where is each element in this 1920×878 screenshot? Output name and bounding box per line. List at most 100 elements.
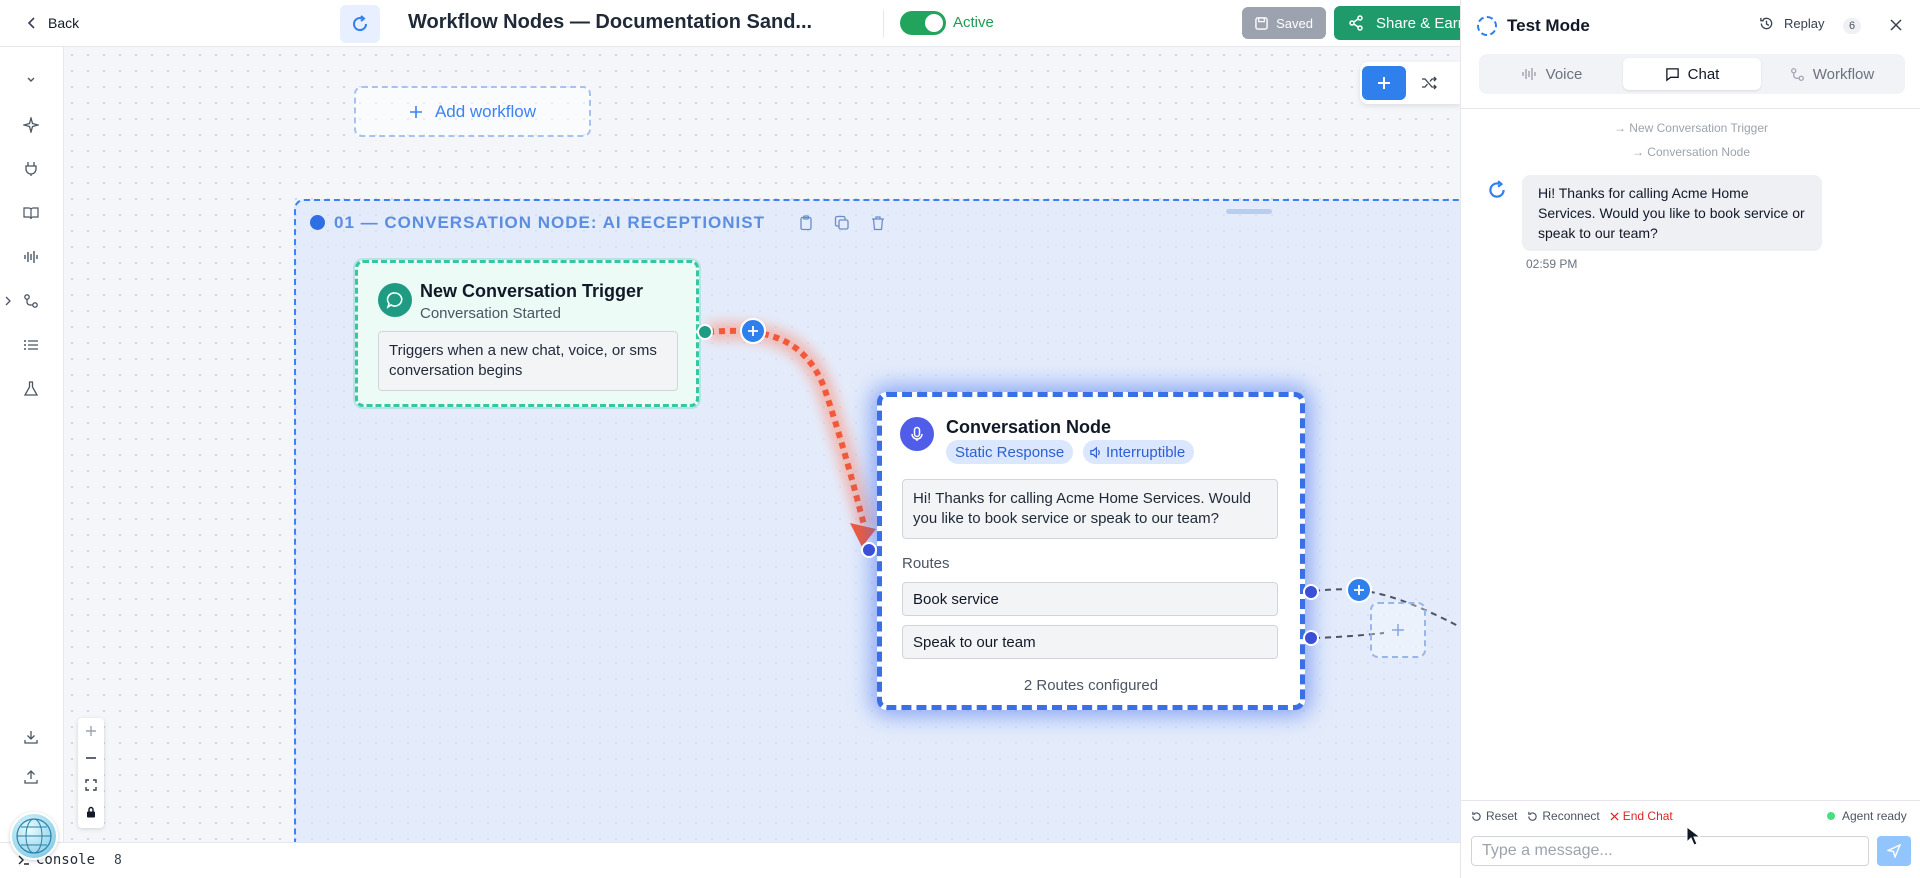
conversation-node[interactable]: Conversation Node Static Response Interr…	[877, 392, 1305, 710]
plus-icon	[1378, 77, 1390, 89]
upload-icon[interactable]	[20, 766, 42, 788]
routes-configured-count: 2 Routes configured	[1023, 677, 1159, 694]
share-icon	[1349, 15, 1363, 31]
route-speak-to-team[interactable]: Speak to our team	[902, 625, 1278, 659]
back-label: Back	[48, 15, 80, 31]
flask-icon[interactable]	[20, 378, 42, 400]
console-bar: Console 8	[0, 842, 1460, 878]
send-button[interactable]	[1877, 836, 1911, 866]
chat-actions: Reset Reconnect End Chat	[1471, 809, 1673, 823]
share-earn-button[interactable]: Share & Earn	[1334, 6, 1474, 40]
audio-wave-icon[interactable]	[20, 246, 42, 268]
route-book-service[interactable]: Book service	[902, 582, 1278, 616]
conversation-message: Hi! Thanks for calling Acme Home Service…	[902, 479, 1278, 539]
message-input[interactable]	[1471, 836, 1869, 866]
tab-chat[interactable]: Chat	[1623, 58, 1761, 90]
panel-divider	[1461, 108, 1920, 109]
route-team-handle[interactable]	[1303, 630, 1319, 646]
header-divider	[883, 10, 884, 37]
replay-label: Replay	[1784, 16, 1825, 31]
add-node-plus-button[interactable]	[740, 318, 766, 344]
active-toggle[interactable]	[900, 11, 946, 35]
refresh-logo-icon	[353, 15, 368, 32]
chevron-right-icon[interactable]	[2, 290, 14, 312]
lock-icon[interactable]	[78, 799, 104, 825]
add-route-node-button[interactable]	[1346, 577, 1372, 603]
active-status-label: Active	[953, 14, 994, 31]
rotate-ccw-icon	[1472, 811, 1481, 821]
tab-workflow[interactable]: Workflow	[1763, 58, 1901, 90]
conversation-input-handle[interactable]	[861, 542, 877, 558]
plus-icon	[1354, 585, 1364, 595]
bot-message-bubble: Hi! Thanks for calling Acme Home Service…	[1522, 175, 1822, 251]
tab-label: Voice	[1545, 65, 1583, 83]
history-icon	[1760, 17, 1773, 30]
test-mode-panel: Test Mode Replay 6 Voice Chat Workflow →…	[1460, 0, 1920, 878]
speaker-icon	[1090, 446, 1100, 458]
routes-label: Routes	[902, 555, 950, 572]
book-icon[interactable]	[20, 202, 42, 224]
plug-icon[interactable]	[20, 158, 42, 180]
trigger-description: Triggers when a new chat, voice, or sms …	[378, 331, 678, 391]
footer-divider	[1461, 800, 1920, 801]
trace-step: → Conversation Node	[1631, 145, 1751, 159]
microphone-icon	[900, 417, 934, 451]
audio-wave-icon	[1521, 68, 1536, 80]
assistant-avatar[interactable]	[10, 812, 58, 860]
tab-label: Workflow	[1812, 65, 1875, 83]
zoom-in-icon[interactable]	[78, 718, 104, 744]
download-icon[interactable]	[20, 726, 42, 748]
save-icon	[1255, 16, 1268, 30]
message-timestamp: 02:59 PM	[1526, 257, 1578, 271]
agent-status: Agent ready	[1827, 809, 1907, 823]
add-node-button[interactable]	[1362, 66, 1406, 100]
agent-status-label: Agent ready	[1842, 809, 1907, 823]
badge-label: Static Response	[955, 443, 1065, 461]
workflow-icon[interactable]	[20, 290, 42, 312]
bot-avatar-icon	[1483, 176, 1511, 204]
trigger-node[interactable]: New Conversation Trigger Conversation St…	[355, 260, 699, 407]
top-bar: Back Workflow Nodes — Documentation Sand…	[0, 0, 1474, 47]
fit-view-icon[interactable]	[78, 772, 104, 798]
mode-tabs: Voice Chat Workflow	[1479, 54, 1905, 94]
reset-button[interactable]: Reset	[1471, 809, 1517, 823]
empty-node-slot[interactable]	[1370, 602, 1426, 658]
reconnect-label: Reconnect	[1542, 809, 1600, 823]
reconnect-button[interactable]: Reconnect	[1527, 809, 1600, 823]
workflow-logo[interactable]	[340, 5, 380, 43]
trace-step: → New Conversation Trigger	[1613, 121, 1769, 135]
tab-label: Chat	[1687, 65, 1720, 83]
tab-voice[interactable]: Voice	[1483, 58, 1621, 90]
saved-button[interactable]: Saved	[1242, 7, 1326, 39]
workflow-canvas[interactable]: Add workflow 01 — CONVERSATION NODE: AI …	[64, 47, 1460, 842]
left-rail	[0, 47, 64, 842]
replay-count-badge: 6	[1843, 18, 1861, 34]
message-square-icon	[1665, 67, 1679, 81]
list-icon[interactable]	[20, 334, 42, 356]
rotate-ccw-icon	[1528, 811, 1538, 821]
status-dot	[1827, 812, 1835, 820]
chat-bubble-icon	[378, 283, 412, 317]
shuffle-icon[interactable]	[1418, 72, 1440, 94]
close-icon[interactable]	[1885, 14, 1907, 36]
chevron-down-icon[interactable]	[20, 69, 42, 91]
test-mode-icon	[1477, 16, 1497, 36]
saved-label: Saved	[1276, 15, 1313, 31]
zoom-out-icon[interactable]	[78, 745, 104, 771]
close-icon	[1610, 811, 1619, 821]
plus-icon	[1392, 624, 1404, 636]
plus-icon	[748, 326, 758, 336]
back-button[interactable]: Back	[26, 12, 79, 34]
trigger-output-handle[interactable]	[697, 324, 713, 340]
page-title: Workflow Nodes — Documentation Sand...	[408, 11, 813, 33]
end-chat-button[interactable]: End Chat	[1610, 809, 1673, 823]
chevron-left-icon	[27, 17, 35, 29]
send-icon	[1887, 844, 1901, 858]
route-book-handle[interactable]	[1303, 584, 1319, 600]
replay-button[interactable]: Replay	[1759, 16, 1824, 31]
globe-icon	[16, 818, 52, 854]
zoom-controls	[78, 718, 104, 828]
sparkles-icon[interactable]	[20, 114, 42, 136]
trigger-subtitle: Conversation Started	[420, 305, 561, 322]
console-count: 8	[114, 853, 122, 868]
